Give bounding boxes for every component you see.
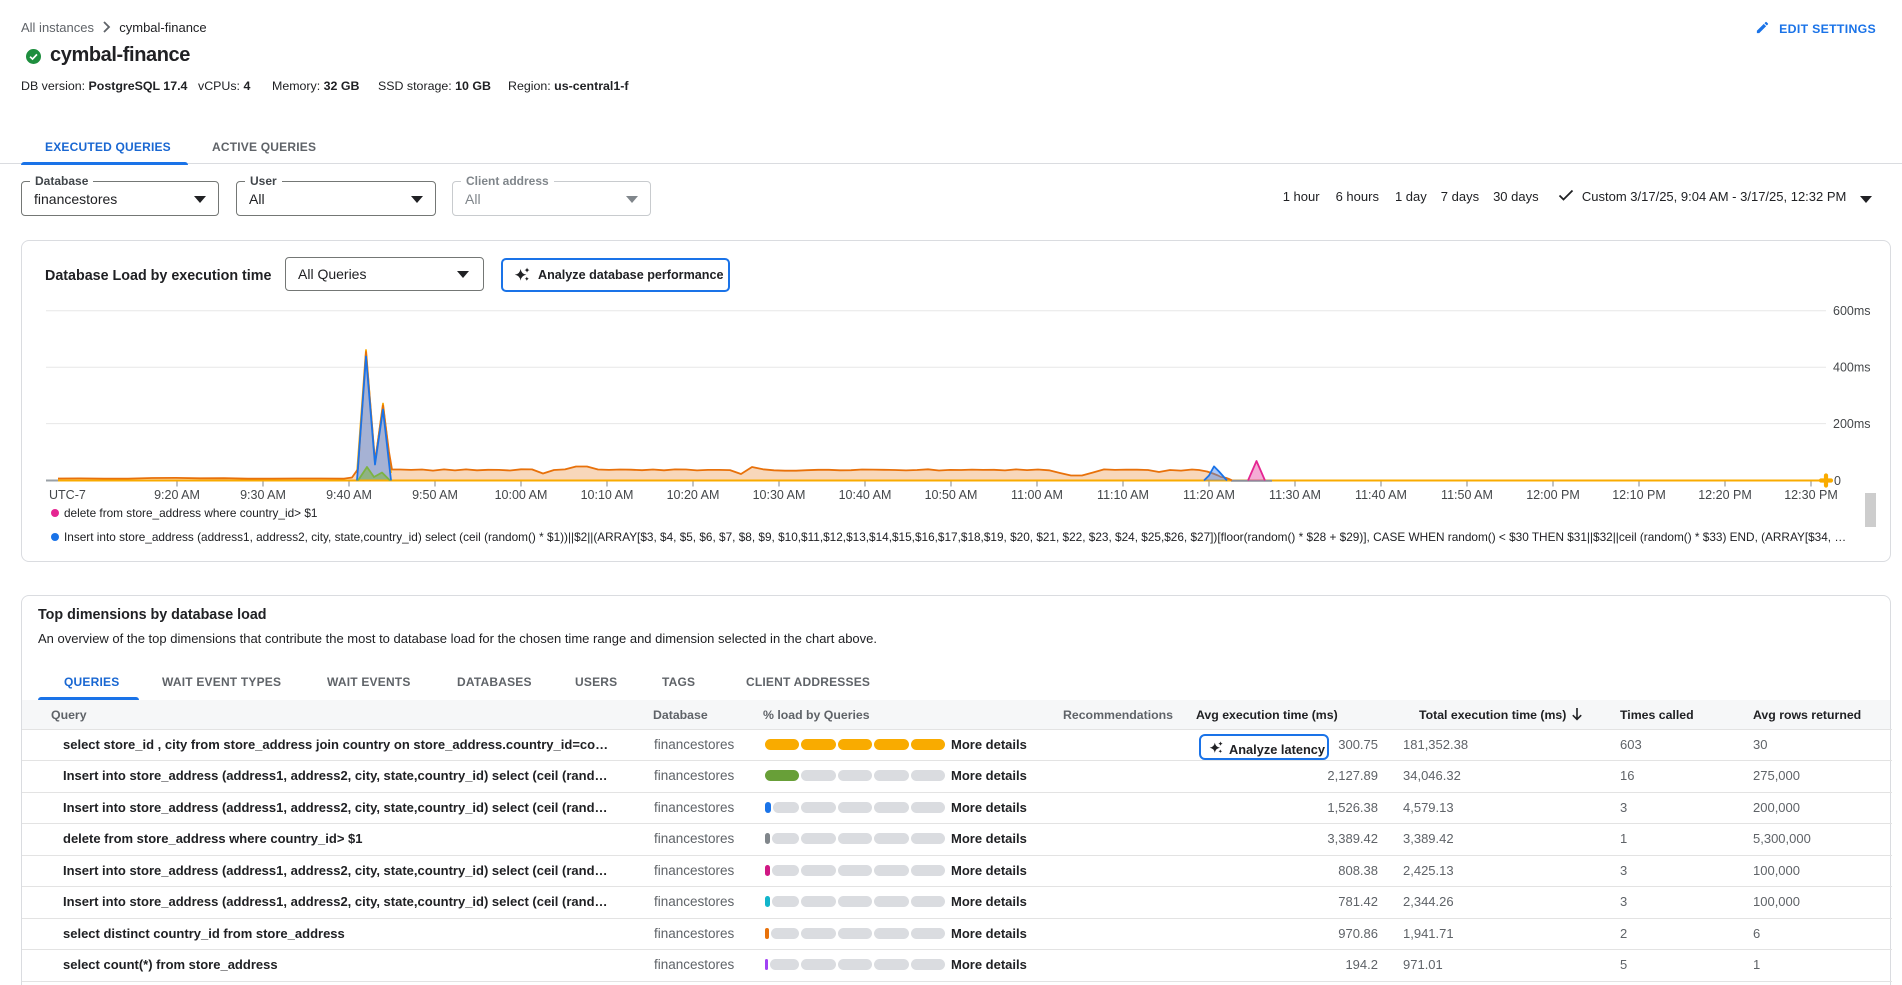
svg-text:10:00 AM: 10:00 AM — [495, 488, 548, 502]
svg-text:9:40 AM: 9:40 AM — [326, 488, 372, 502]
svg-text:10:20 AM: 10:20 AM — [667, 488, 720, 502]
svg-text:600ms: 600ms — [1833, 304, 1871, 318]
svg-text:12:10 PM: 12:10 PM — [1612, 488, 1666, 502]
svg-text:0: 0 — [1834, 474, 1841, 488]
svg-text:9:20 AM: 9:20 AM — [154, 488, 200, 502]
svg-text:10:30 AM: 10:30 AM — [753, 488, 806, 502]
svg-text:11:00 AM: 11:00 AM — [1011, 488, 1063, 502]
svg-text:11:40 AM: 11:40 AM — [1355, 488, 1407, 502]
svg-text:9:30 AM: 9:30 AM — [240, 488, 286, 502]
svg-text:12:20 PM: 12:20 PM — [1698, 488, 1752, 502]
svg-text:9:50 AM: 9:50 AM — [412, 488, 458, 502]
svg-text:11:20 AM: 11:20 AM — [1183, 488, 1235, 502]
svg-text:10:50 AM: 10:50 AM — [925, 488, 978, 502]
svg-text:12:00 PM: 12:00 PM — [1526, 488, 1580, 502]
svg-text:10:40 AM: 10:40 AM — [839, 488, 892, 502]
svg-text:UTC-7: UTC-7 — [49, 488, 86, 502]
svg-text:400ms: 400ms — [1833, 361, 1871, 375]
svg-text:11:10 AM: 11:10 AM — [1097, 488, 1149, 502]
svg-text:10:10 AM: 10:10 AM — [581, 488, 634, 502]
svg-text:11:30 AM: 11:30 AM — [1269, 488, 1321, 502]
svg-text:200ms: 200ms — [1833, 417, 1871, 431]
svg-text:11:50 AM: 11:50 AM — [1441, 488, 1493, 502]
svg-text:12:30 PM: 12:30 PM — [1784, 488, 1838, 502]
